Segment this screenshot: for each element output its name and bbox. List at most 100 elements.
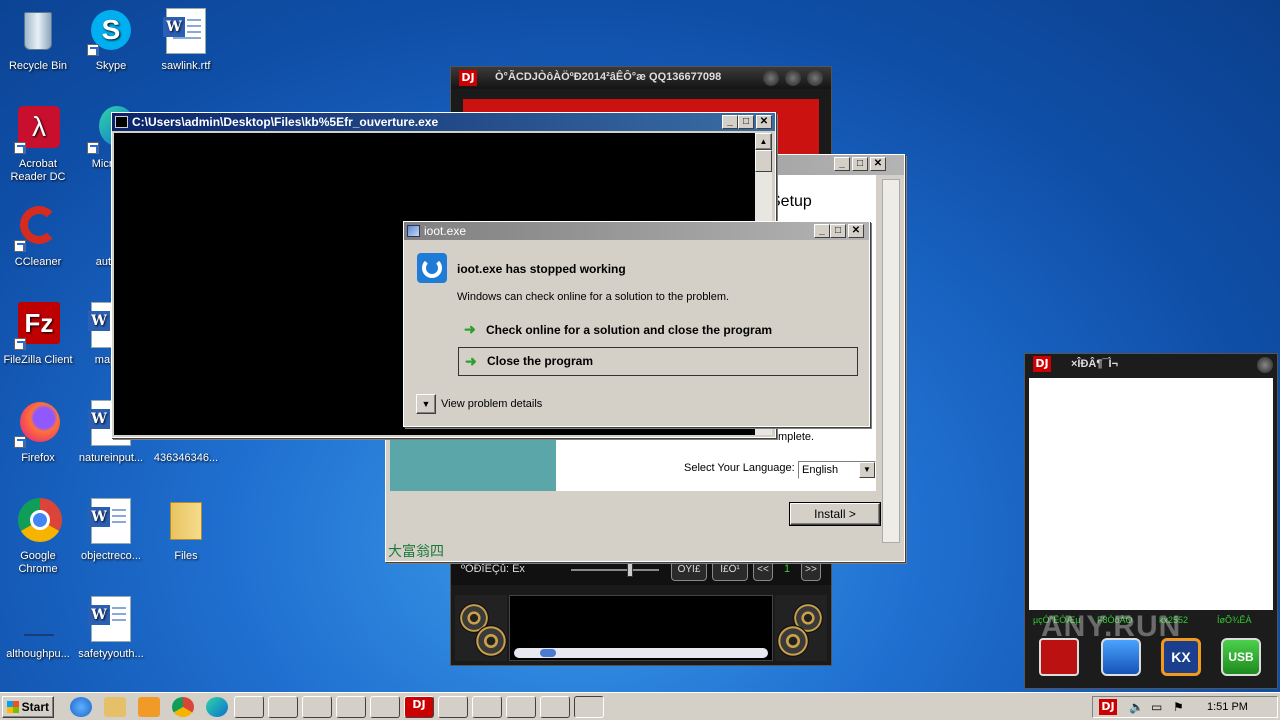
language-select-value: English (802, 464, 839, 476)
scroll-thumb[interactable] (755, 150, 772, 172)
close-button[interactable] (1257, 357, 1273, 373)
language-select[interactable]: English ▼ (798, 461, 876, 479)
close-program-label: Close the program (487, 354, 594, 368)
volume-slider-thumb[interactable] (627, 563, 633, 577)
word-document-icon: W (87, 498, 135, 546)
setup-heading: Setup (770, 193, 812, 210)
check-online-option[interactable]: ➜ Check online for a solution and close … (458, 318, 858, 342)
desktop-icon-chrome[interactable]: Google Chrome (0, 498, 76, 576)
folder-icon (162, 498, 210, 546)
maximize-button[interactable]: □ (852, 157, 868, 171)
volume-icon[interactable]: 🔈 (1129, 700, 1144, 714)
music-button[interactable] (1101, 638, 1141, 676)
flag-icon[interactable]: ⚑ (1173, 700, 1184, 714)
recycle-bin-icon (14, 8, 62, 56)
taskbar-app-button[interactable] (540, 696, 570, 718)
chrome-icon[interactable] (172, 697, 194, 717)
view-details-toggle[interactable]: ▼ (416, 394, 436, 414)
setup-scrollbar[interactable] (882, 179, 900, 543)
usb-button[interactable]: USB (1221, 638, 1261, 676)
taskbar-app-button[interactable] (234, 696, 264, 718)
desktop-icon-althoughpu[interactable]: althoughpu... (0, 596, 76, 661)
desktop-icon-recycle-bin[interactable]: Recycle Bin (0, 8, 76, 73)
start-label: Start (21, 700, 49, 714)
scroll-up-button[interactable]: ▲ (755, 133, 772, 150)
internet-explorer-icon[interactable] (70, 697, 92, 717)
desktop-icon-acrobat[interactable]: λ Acrobat Reader DC (0, 106, 76, 184)
setup-chinese-text: 大富翁四 (388, 543, 444, 559)
taskbar-word-button[interactable] (336, 696, 366, 718)
side-panel-content (1029, 378, 1273, 610)
console-title: C:\Users\admin\Desktop\Files\kb%5Efr_ouv… (132, 115, 439, 129)
desktop-icon-label: safetyyouth... (78, 648, 144, 660)
taskbar-dj-button[interactable]: DJ (404, 696, 434, 718)
taskbar-app-button[interactable] (438, 696, 468, 718)
dj-stop-button[interactable]: Í£Ö¹ (712, 559, 748, 581)
file-explorer-icon[interactable] (104, 697, 126, 717)
taskbar-app-button[interactable] (268, 696, 298, 718)
network-icon[interactable]: ▭ (1151, 700, 1162, 714)
chevron-down-icon[interactable]: ▼ (859, 462, 875, 478)
close-program-option[interactable]: ➜ Close the program (458, 347, 858, 376)
desktop-icon-ccleaner[interactable]: CCleaner (0, 204, 76, 269)
minimize-button[interactable]: _ (722, 115, 738, 129)
minimize-button[interactable]: _ (814, 224, 830, 238)
desktop-icon-label: Recycle Bin (8, 60, 68, 72)
dj-player-titlebar: DJ Ò°ÃCDJÒôÀÖºÐ2014²âÊÔ°æ QQ136677098 (451, 67, 831, 89)
chevron-down-icon: ▼ (421, 399, 431, 409)
taskbar-word-button[interactable] (370, 696, 400, 718)
ccleaner-icon (14, 204, 62, 252)
maximize-button[interactable] (785, 70, 801, 86)
desktop-icon-skype[interactable]: S Skype (73, 8, 149, 73)
desktop-icon-filezilla[interactable]: Fz FileZilla Client (0, 302, 76, 367)
kx-button[interactable]: KX (1161, 638, 1201, 676)
taskbar: Start DJ DJ 🔈 ▭ ⚑ 1:51 PM (0, 692, 1280, 720)
dj-next-button[interactable]: >> (801, 559, 821, 581)
dj-pause-button[interactable]: ÕÝÍ£ (671, 559, 707, 581)
desktop-icon-objectreco[interactable]: W objectreco... (73, 498, 149, 563)
volume-slider[interactable] (571, 563, 659, 577)
edge-icon[interactable] (206, 697, 228, 717)
clock[interactable]: 1:51 PM (1207, 701, 1248, 713)
desktop-icon-label: Skype (95, 60, 127, 72)
close-button[interactable]: ✕ (756, 115, 772, 129)
setup-side-image (390, 435, 556, 491)
media-player-icon[interactable] (138, 697, 160, 717)
speaker-icon (777, 625, 809, 657)
desktop-icon-label: 436346346... (153, 452, 219, 464)
playback-progress-bar[interactable] (514, 648, 768, 658)
desktop-icon-safetyyouth[interactable]: W safetyyouth... (73, 596, 149, 661)
taskbar-word-button[interactable] (472, 696, 502, 718)
tray-dj-icon[interactable]: DJ (1099, 699, 1117, 715)
movie-button[interactable] (1039, 638, 1079, 676)
close-button[interactable]: ✕ (870, 157, 886, 171)
desktop-icon-files[interactable]: Files (148, 498, 224, 563)
green-arrow-icon: ➜ (465, 353, 477, 369)
system-tray: DJ 🔈 ▭ ⚑ 1:51 PM (1092, 696, 1278, 718)
dj-display (509, 595, 773, 661)
maximize-button[interactable]: □ (738, 115, 754, 129)
skype-icon: S (87, 8, 135, 56)
console-titlebar: C:\Users\admin\Desktop\Files\kb%5Efr_ouv… (112, 113, 775, 131)
taskbar-app-button[interactable] (302, 696, 332, 718)
progress-thumb[interactable] (540, 649, 556, 657)
dj-prev-button[interactable]: << (753, 559, 773, 581)
taskbar-console-button[interactable] (574, 696, 604, 718)
desktop-icon-sawlink[interactable]: W sawlink.rtf (148, 8, 224, 73)
dj-logo-icon: DJ (459, 70, 477, 86)
minimize-button[interactable] (763, 70, 779, 86)
taskbar-word-button[interactable] (506, 696, 536, 718)
minimize-button[interactable]: _ (834, 157, 850, 171)
dj-speaker-left (455, 595, 507, 661)
close-button[interactable] (807, 70, 823, 86)
install-button[interactable]: Install > (789, 502, 881, 526)
close-button[interactable]: ✕ (848, 224, 864, 238)
filezilla-icon: Fz (14, 302, 62, 350)
error-dialog: ioot.exe _ □ ✕ ioot.exe has stopped work… (403, 221, 870, 427)
start-button[interactable]: Start (2, 696, 54, 718)
view-details-label[interactable]: View problem details (441, 398, 542, 410)
maximize-button[interactable]: □ (830, 224, 846, 238)
error-icon (417, 253, 447, 283)
desktop-icon-firefox[interactable]: Firefox (0, 400, 76, 465)
footer-link[interactable]: ÍøÕ¾ÊÀ (1217, 615, 1252, 625)
